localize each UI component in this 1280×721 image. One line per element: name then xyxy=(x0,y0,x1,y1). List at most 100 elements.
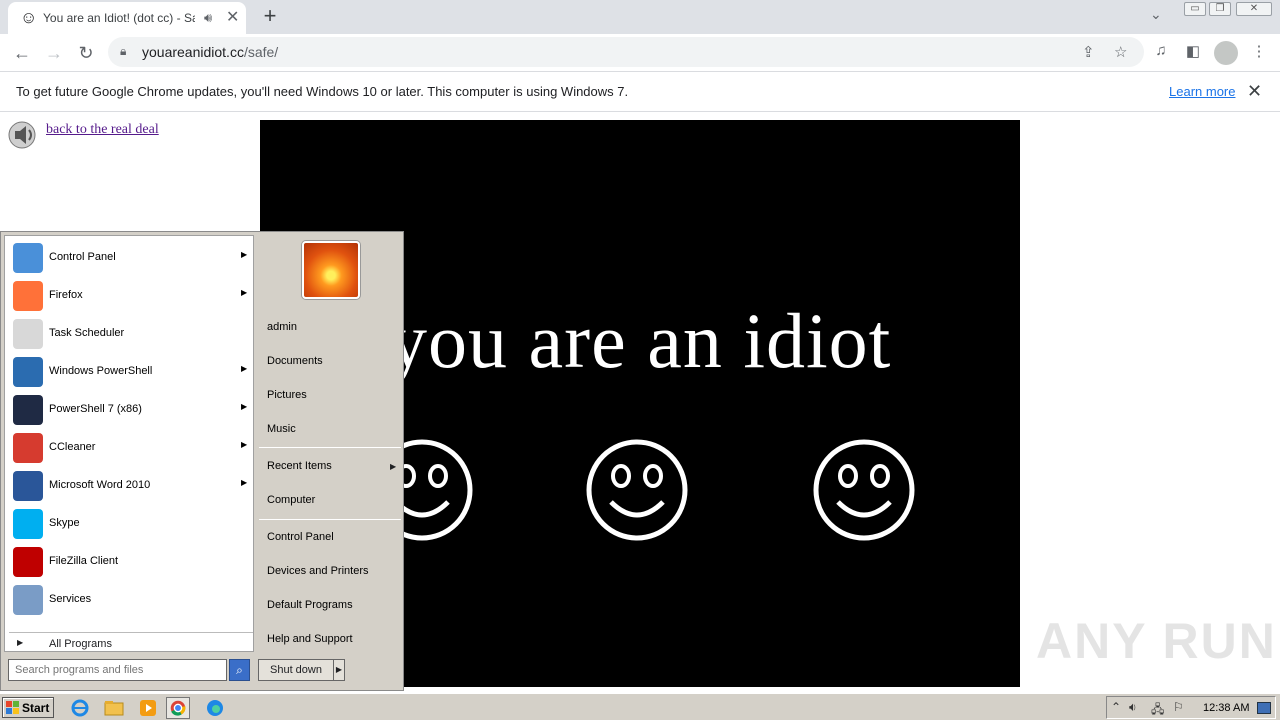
media-control-icon[interactable]: ♫ xyxy=(1151,42,1171,59)
programs-pane: Control Panel ▶ Firefox ▶ Task Scheduler Wind… xyxy=(4,235,254,652)
place-label: Devices and Printers xyxy=(267,565,369,577)
infobar-message: To get future Google Chrome updates, you… xyxy=(16,84,629,99)
program-icon xyxy=(13,547,43,577)
show-desktop-icon[interactable] xyxy=(1257,702,1271,714)
url-host: youareanidiot.cc xyxy=(142,44,244,60)
side-panel-icon[interactable]: ◧ xyxy=(1183,42,1203,60)
program-label: Control Panel xyxy=(49,251,116,263)
anyrun-watermark: ANY RUN xyxy=(1036,613,1277,669)
back-arrow-icon[interactable]: ← xyxy=(10,41,34,65)
start-menu-place-item[interactable]: Music xyxy=(259,415,399,443)
chrome-icon[interactable] xyxy=(166,697,190,719)
program-label: Microsoft Word 2010 xyxy=(49,479,151,491)
tab-search-chevron-icon[interactable]: ⌄ xyxy=(1150,6,1162,23)
start-menu-program-item[interactable]: FileZilla Client xyxy=(9,544,253,580)
program-label: Services xyxy=(49,593,92,605)
file-explorer-icon[interactable] xyxy=(102,697,126,719)
start-menu-place-item[interactable]: Documents xyxy=(259,347,399,375)
start-menu-place-item[interactable]: Devices and Printers xyxy=(259,557,399,585)
menu-kebab-icon[interactable]: ⋮ xyxy=(1249,42,1269,60)
user-avatar[interactable] xyxy=(302,241,360,299)
start-menu-place-item[interactable]: Help and Support xyxy=(259,625,399,653)
place-label: Help and Support xyxy=(267,633,353,645)
video-caption: you are an idiot xyxy=(388,297,892,384)
program-label: Firefox xyxy=(49,289,83,301)
minimize-button[interactable]: ▭ xyxy=(1184,2,1206,16)
taskbar: Start ⌃ 🔉︎ 🖧︎ ⚐ 12:38 AM xyxy=(0,693,1280,720)
place-label: Documents xyxy=(267,355,323,367)
share-icon[interactable]: ⇪ xyxy=(1082,43,1095,61)
new-tab-button[interactable]: + xyxy=(258,3,282,29)
address-bar[interactable]: 🔒︎ youareanidiot.cc/safe/ ⇪ ☆ xyxy=(108,37,1144,67)
program-label: CCleaner xyxy=(49,441,96,453)
program-label: Task Scheduler xyxy=(49,327,125,339)
tab-title: You are an Idiot! (dot cc) - Safe xyxy=(43,11,195,25)
submenu-arrow-icon: ▶ xyxy=(241,364,248,373)
start-menu-place-item[interactable]: Pictures xyxy=(259,381,399,409)
start-menu-place-item[interactable]: Computer xyxy=(259,486,399,514)
start-menu-program-item[interactable]: PowerShell 7 (x86) ▶ xyxy=(9,392,253,428)
start-menu-program-item[interactable]: CCleaner ▶ xyxy=(9,430,253,466)
program-icon xyxy=(13,509,43,539)
start-menu-program-item[interactable]: Firefox ▶ xyxy=(9,278,253,314)
shut-down-button[interactable]: Shut down xyxy=(258,659,334,681)
bookmark-star-icon[interactable]: ☆ xyxy=(1114,43,1127,61)
media-player-icon[interactable] xyxy=(136,697,160,719)
volume-icon[interactable]: 🔉︎ xyxy=(1129,700,1137,715)
place-label: Computer xyxy=(267,494,316,506)
audio-playing-icon[interactable]: 🔊︎ xyxy=(204,10,212,26)
search-programs-input[interactable] xyxy=(8,659,227,681)
program-label: Skype xyxy=(49,517,80,529)
back-to-real-deal-link[interactable]: back to the real deal xyxy=(46,122,159,138)
restore-button[interactable]: ❐ xyxy=(1209,2,1231,16)
learn-more-link[interactable]: Learn more xyxy=(1169,84,1235,99)
program-icon xyxy=(13,433,43,463)
program-icon xyxy=(13,281,43,311)
start-button[interactable]: Start xyxy=(2,697,54,718)
network-icon[interactable]: 🖧︎ xyxy=(1151,700,1164,721)
start-menu-place-item[interactable]: Control Panel xyxy=(259,523,399,551)
program-icon xyxy=(13,395,43,425)
submenu-arrow-icon: ▶ xyxy=(241,250,248,259)
program-icon xyxy=(13,585,43,615)
start-menu-place-item[interactable]: admin xyxy=(259,313,399,341)
tab-strip: ☺ You are an Idiot! (dot cc) - Safe 🔊︎ ✕… xyxy=(0,0,1280,34)
clock[interactable]: 12:38 AM xyxy=(1203,702,1249,714)
start-menu-program-item[interactable]: Skype xyxy=(9,506,253,542)
profile-avatar-icon[interactable] xyxy=(1214,41,1238,65)
url-text[interactable]: youareanidiot.cc/safe/ xyxy=(142,44,278,60)
start-menu-program-item[interactable]: Control Panel ▶ xyxy=(9,240,253,276)
shut-down-options-arrow-icon[interactable]: ▶ xyxy=(333,659,345,681)
all-programs-label: All Programs xyxy=(49,638,112,650)
program-label: Windows PowerShell xyxy=(49,365,153,377)
start-menu-place-item[interactable]: Recent Items ▶ xyxy=(259,452,399,480)
start-menu-program-item[interactable]: Microsoft Word 2010 ▶ xyxy=(9,468,253,504)
start-menu-program-item[interactable]: Task Scheduler xyxy=(9,316,253,352)
url-path: /safe/ xyxy=(243,44,279,60)
show-hidden-icons-icon[interactable]: ⌃ xyxy=(1111,700,1121,714)
all-programs-item[interactable]: ▶ All Programs xyxy=(9,632,253,654)
smiley-face-icon xyxy=(813,439,915,541)
close-tab-icon[interactable]: ✕ xyxy=(226,7,239,27)
forward-arrow-icon[interactable]: → xyxy=(42,41,66,65)
lock-icon[interactable]: 🔒︎ xyxy=(120,44,126,59)
smiley-favicon-icon: ☺ xyxy=(20,8,38,27)
start-menu-program-item[interactable]: Windows PowerShell ▶ xyxy=(9,354,253,390)
close-window-button[interactable]: ✕ xyxy=(1236,2,1272,16)
reload-icon[interactable]: ↻ xyxy=(74,41,98,65)
start-menu-place-item[interactable]: Default Programs xyxy=(259,591,399,619)
speaker-icon[interactable] xyxy=(8,119,40,151)
start-menu-program-item[interactable]: Services xyxy=(9,582,253,618)
browser-tab[interactable]: ☺ You are an Idiot! (dot cc) - Safe 🔊︎ ✕ xyxy=(8,2,246,34)
submenu-arrow-icon: ▶ xyxy=(241,402,248,411)
search-icon[interactable]: ⌕ xyxy=(229,659,250,681)
menu-separator xyxy=(259,447,401,448)
program-label: PowerShell 7 (x86) xyxy=(49,403,142,415)
program-icon xyxy=(13,357,43,387)
internet-explorer-icon[interactable] xyxy=(68,697,92,719)
action-center-flag-icon[interactable]: ⚐ xyxy=(1173,700,1184,714)
close-infobar-icon[interactable]: ✕ xyxy=(1247,81,1262,102)
edge-icon[interactable] xyxy=(203,697,227,719)
place-label: Pictures xyxy=(267,389,307,401)
start-label: Start xyxy=(22,701,50,715)
